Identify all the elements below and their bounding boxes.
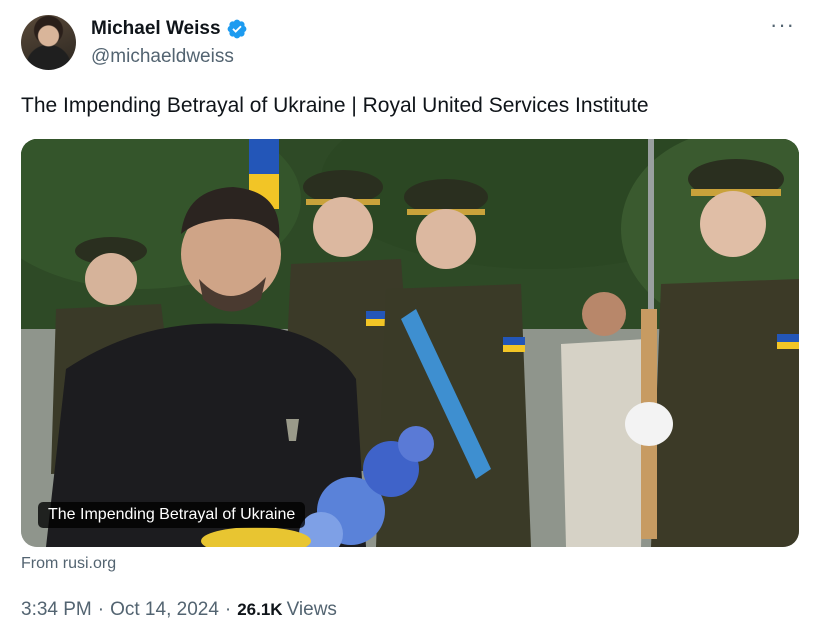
views-label: Views bbox=[286, 599, 337, 620]
tweet-date[interactable]: Oct 14, 2024 bbox=[110, 599, 219, 621]
card-source[interactable]: From rusi.org bbox=[21, 555, 116, 573]
meta-separator: · bbox=[97, 599, 105, 620]
tweet-time[interactable]: 3:34 PM bbox=[21, 599, 92, 621]
tweet-text: The Impending Betrayal of Ukraine | Roya… bbox=[21, 94, 649, 117]
author-avatar[interactable] bbox=[21, 15, 76, 70]
verified-badge-icon bbox=[227, 19, 246, 39]
author-name-row: Michael Weiss bbox=[91, 18, 248, 40]
card-photo bbox=[21, 139, 799, 547]
card-caption: The Impending Betrayal of Ukraine bbox=[38, 502, 306, 528]
meta-separator-2: · bbox=[224, 599, 232, 620]
tweet-meta: 3:34 PM · Oct 14, 2024 · 26.1K Views bbox=[21, 599, 337, 621]
author-display-name[interactable]: Michael Weiss bbox=[91, 18, 221, 40]
author-handle[interactable]: @michaeldweiss bbox=[91, 46, 234, 68]
views-count[interactable]: 26.1K bbox=[237, 600, 282, 620]
more-horizontal-icon[interactable]: ··· bbox=[770, 14, 795, 36]
link-card[interactable]: The Impending Betrayal of Ukraine bbox=[21, 139, 799, 547]
